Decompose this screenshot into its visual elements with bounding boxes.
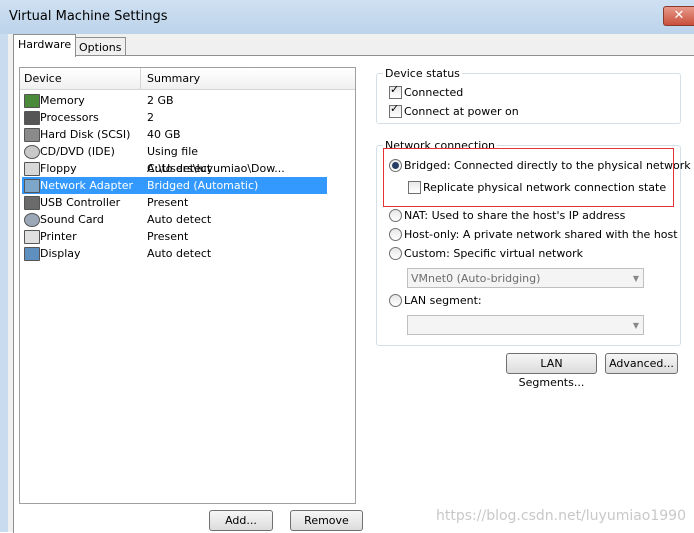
device-row-network-adapter[interactable]: Network Adapter Bridged (Automatic): [22, 177, 327, 194]
vmnet-select-value: VMnet0 (Auto-bridging): [411, 272, 541, 285]
lan-segments-button[interactable]: LAN Segments...: [506, 353, 597, 389]
checkmark-icon: ✓: [390, 83, 400, 96]
device-row-floppy[interactable]: Floppy Auto detect: [22, 160, 327, 177]
device-name: Hard Disk (SCSI): [40, 128, 131, 141]
display-icon: [24, 247, 40, 261]
device-row-sound-card[interactable]: Sound Card Auto detect: [22, 211, 327, 228]
printer-icon: [24, 230, 40, 244]
custom-radio[interactable]: [388, 246, 404, 262]
device-status-title: Device status: [383, 67, 462, 80]
device-row-printer[interactable]: Printer Present: [22, 228, 327, 245]
tab-hardware[interactable]: Hardware: [13, 34, 77, 57]
memory-icon: [24, 94, 40, 108]
device-summary: Auto detect: [147, 162, 212, 175]
device-name: Printer: [40, 230, 77, 243]
usb-icon: [24, 196, 40, 210]
chevron-down-icon: ▼: [632, 321, 639, 330]
device-summary: 40 GB: [147, 128, 181, 141]
connect-at-power-on-checkbox[interactable]: ✓: [388, 102, 404, 120]
device-summary: Bridged (Automatic): [147, 179, 259, 192]
lan-segment-radio[interactable]: [388, 293, 404, 309]
device-name: Floppy: [40, 162, 77, 175]
add-button[interactable]: Add...: [209, 510, 273, 531]
device-name: Display: [40, 247, 81, 260]
nat-label[interactable]: NAT: Used to share the host's IP address: [404, 209, 625, 222]
host-only-label[interactable]: Host-only: A private network shared with…: [404, 228, 678, 241]
vmnet-select: VMnet0 (Auto-bridging) ▼: [407, 268, 644, 288]
nat-radio[interactable]: [388, 208, 404, 224]
processor-icon: [24, 111, 40, 125]
floppy-icon: [24, 162, 40, 176]
advanced-button[interactable]: Advanced...: [605, 353, 678, 374]
device-name: Memory: [40, 94, 85, 107]
sound-card-icon: [24, 213, 40, 227]
device-summary: 2: [147, 111, 154, 124]
device-row-processors[interactable]: Processors 2: [22, 109, 327, 126]
device-name: CD/DVD (IDE): [40, 145, 115, 158]
device-row-cd-dvd[interactable]: CD/DVD (IDE) Using file C:\Users\luyumia…: [22, 143, 327, 175]
device-row-usb-controller[interactable]: USB Controller Present: [22, 194, 327, 211]
radio-circle: [389, 294, 402, 307]
vm-settings-window: Virtual Machine Settings ✕ Hardware Opti…: [0, 0, 694, 533]
device-name: Processors: [40, 111, 99, 124]
remove-button[interactable]: Remove: [290, 510, 363, 531]
device-summary: Present: [147, 230, 189, 243]
device-row-memory[interactable]: Memory 2 GB: [22, 92, 327, 109]
watermark-text: https://blog.csdn.net/luyumiao1990: [436, 508, 686, 524]
column-separator[interactable]: [140, 68, 141, 89]
device-list-header: Device Summary: [20, 68, 355, 90]
cd-dvd-icon: [24, 145, 40, 159]
device-name: Network Adapter: [40, 179, 134, 192]
radio-circle: [389, 209, 402, 222]
device-status-group: Device status ✓ Connected ✓ Connect at p…: [376, 67, 681, 124]
lan-segment-label[interactable]: LAN segment:: [404, 294, 482, 307]
host-only-radio[interactable]: [388, 227, 404, 243]
device-name: Sound Card: [40, 213, 104, 226]
connected-label[interactable]: Connected: [404, 86, 463, 99]
close-button[interactable]: ✕: [663, 6, 694, 26]
title-bar[interactable]: Virtual Machine Settings ✕: [0, 0, 694, 34]
radio-circle: [389, 247, 402, 260]
device-row-hard-disk[interactable]: Hard Disk (SCSI) 40 GB: [22, 126, 327, 143]
device-summary: Auto detect: [147, 247, 212, 260]
device-summary: Auto detect: [147, 213, 212, 226]
highlight-box: [383, 148, 674, 207]
connected-checkbox[interactable]: ✓: [388, 83, 404, 101]
checkmark-icon: ✓: [390, 102, 400, 115]
tab-options[interactable]: Options: [74, 37, 127, 57]
device-summary: 2 GB: [147, 94, 174, 107]
lan-segment-select: ▼: [407, 315, 644, 335]
dialog-client-area: Hardware Options Device Summary Memory 2…: [8, 34, 694, 533]
hardware-panel: Device Summary Memory 2 GB Processors 2 …: [13, 55, 694, 533]
column-summary[interactable]: Summary: [147, 72, 200, 85]
connect-at-power-on-label[interactable]: Connect at power on: [404, 105, 519, 118]
column-device[interactable]: Device: [24, 72, 62, 85]
network-adapter-icon: [24, 179, 40, 193]
chevron-down-icon: ▼: [632, 274, 639, 283]
device-list[interactable]: Device Summary Memory 2 GB Processors 2 …: [19, 67, 356, 504]
device-row-display[interactable]: Display Auto detect: [22, 245, 327, 262]
device-name: USB Controller: [40, 196, 121, 209]
device-summary: Present: [147, 196, 189, 209]
window-title: Virtual Machine Settings: [9, 9, 168, 24]
hard-disk-icon: [24, 128, 40, 142]
radio-circle: [389, 228, 402, 241]
custom-label[interactable]: Custom: Specific virtual network: [404, 247, 583, 260]
